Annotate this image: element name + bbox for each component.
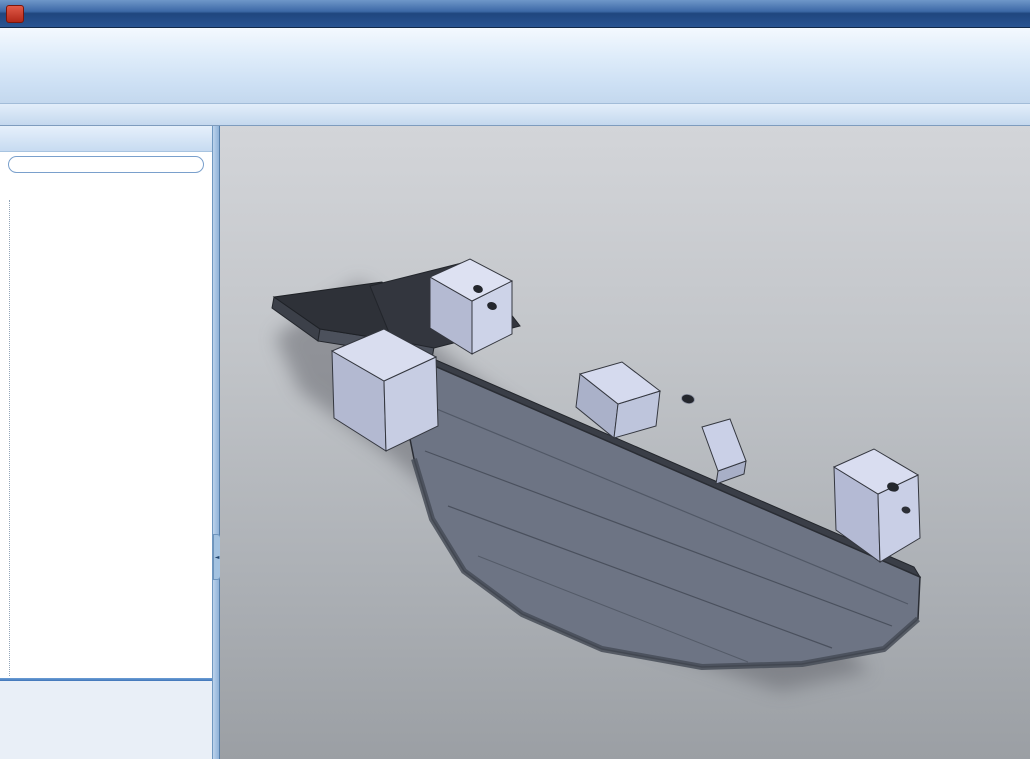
3d-model xyxy=(271,258,922,691)
panel-tab-bar xyxy=(0,126,212,152)
tree-filter-row xyxy=(0,152,212,176)
solidworks-logo-icon xyxy=(6,4,24,23)
view-toolbar xyxy=(1014,122,1030,125)
feature-tree xyxy=(0,176,212,678)
solidworks-logo xyxy=(6,4,29,23)
command-tab-row xyxy=(0,104,1030,126)
panel-splitter[interactable]: ◄ xyxy=(212,126,221,759)
tree-guide-line xyxy=(9,200,10,676)
graphics-area[interactable] xyxy=(220,126,1030,759)
tree-filter-input[interactable] xyxy=(8,155,204,173)
panel-empty-area xyxy=(0,681,212,759)
command-manager-ribbon xyxy=(0,28,1030,104)
titlebar xyxy=(0,0,1030,28)
solidworks-window: ◄ xyxy=(0,0,1030,759)
main-content: ◄ xyxy=(0,126,1030,759)
feature-manager-panel xyxy=(0,126,212,759)
